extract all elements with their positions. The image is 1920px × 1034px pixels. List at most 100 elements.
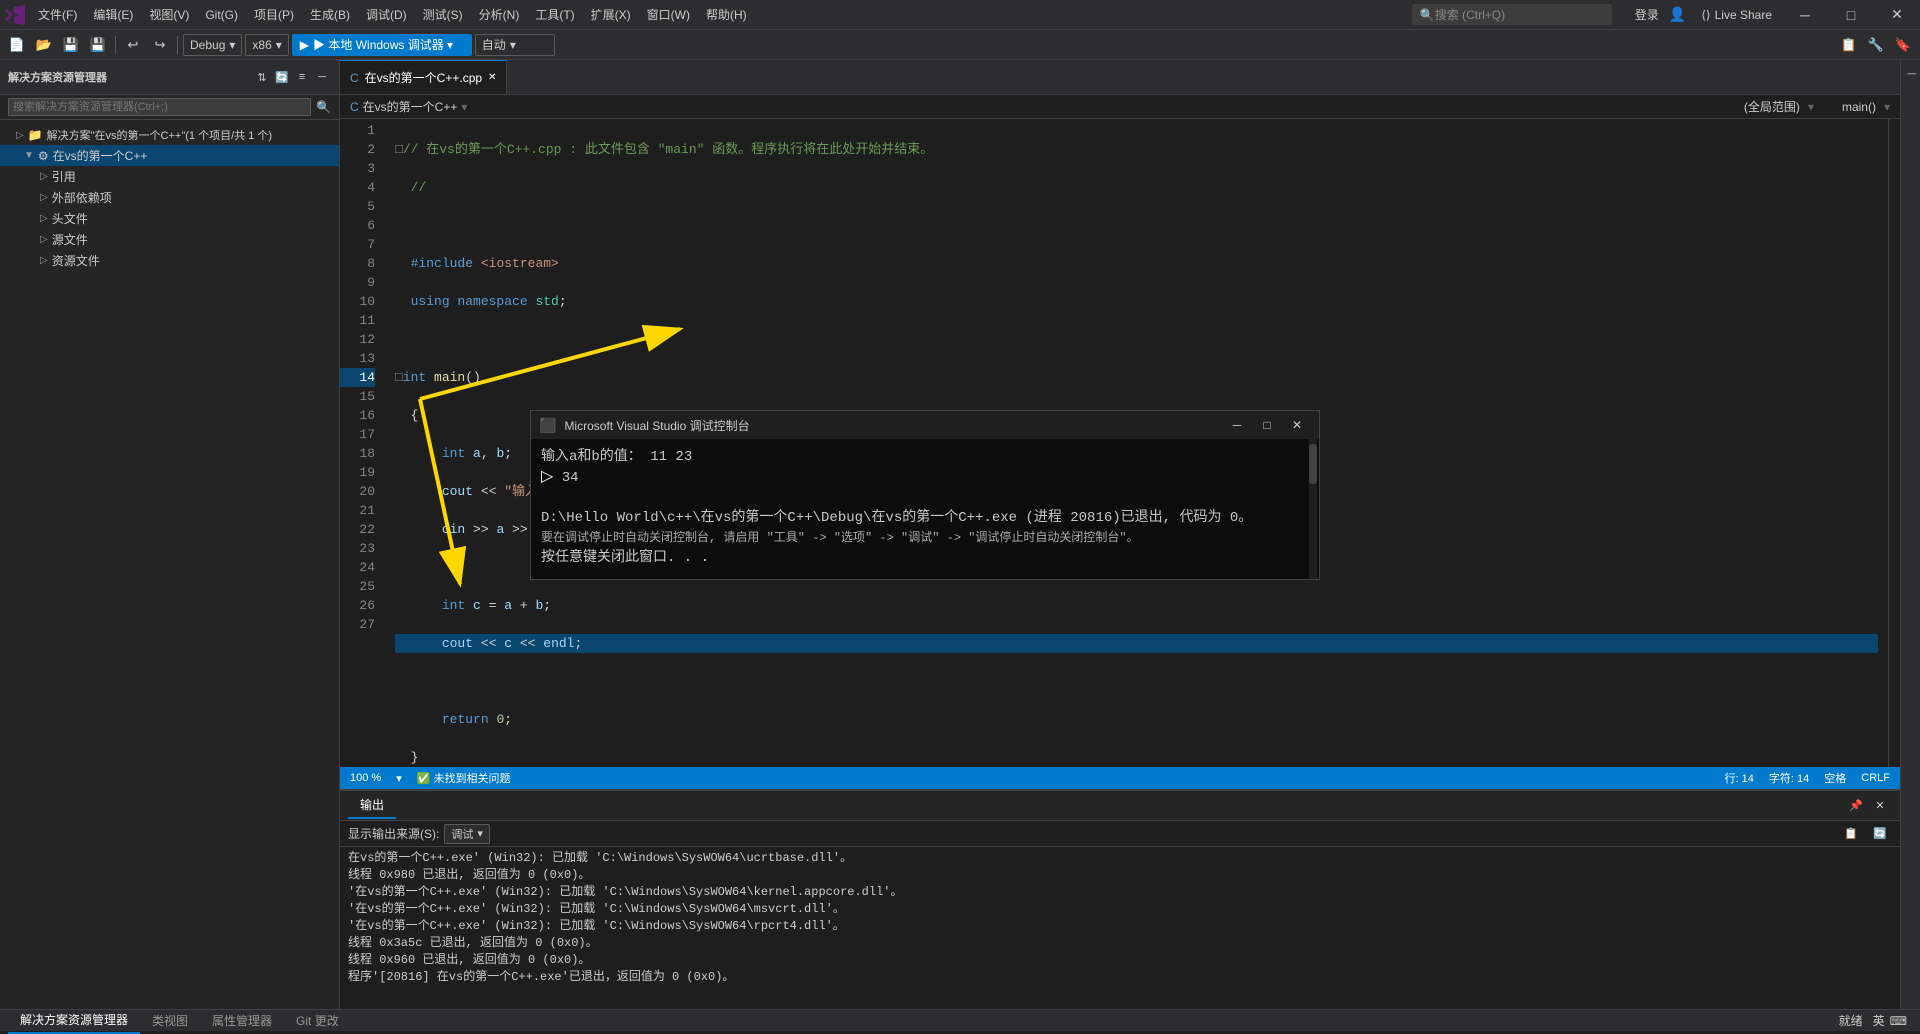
console-minimize-btn[interactable]: ─ <box>1223 414 1251 436</box>
external-deps-node[interactable]: ▷ 外部依赖项 <box>0 187 339 208</box>
project-node[interactable]: ▼ ⚙ 在vs的第一个C++ <box>0 145 339 166</box>
platform-dropdown[interactable]: x86 ▾ <box>245 34 288 56</box>
se-search-input[interactable] <box>8 98 311 116</box>
minimize-button[interactable]: ─ <box>1782 0 1828 29</box>
breadcrumb-scope-arrow: ▾ <box>1808 100 1814 114</box>
output-source-dropdown[interactable]: 调试 ▾ <box>444 824 490 844</box>
tab-cpp-close[interactable]: ✕ <box>488 72 496 83</box>
editor-scrollbar[interactable] <box>1888 119 1900 767</box>
se-btn-3[interactable]: ≡ <box>293 68 311 86</box>
extra-btn-3[interactable]: 🔖 <box>1891 34 1915 56</box>
btab-se[interactable]: 解决方案资源管理器 <box>8 1007 140 1034</box>
references-node[interactable]: ▷ 引用 <box>0 166 339 187</box>
btab-git[interactable]: Git 更改 <box>284 1008 351 1033</box>
res-label: 资源文件 <box>52 252 100 269</box>
menu-bar: 文件(F) 编辑(E) 视图(V) Git(G) 项目(P) 生成(B) 调试(… <box>30 0 1402 29</box>
liveshare-label: Live Share <box>1715 8 1772 22</box>
breadcrumb-file[interactable]: 在vs的第一个C++ <box>363 98 458 115</box>
se-btn-1[interactable]: ⇅ <box>253 68 271 86</box>
char-info[interactable]: 字符: 14 <box>1769 770 1809 786</box>
new-project-btn[interactable]: 📄 <box>5 34 29 56</box>
output-copy-btn[interactable]: 📋 <box>1839 823 1863 845</box>
console-auto-close: 要在调试停止时自动关闭控制台, 请启用 "工具" -> "选项" -> "调试"… <box>541 528 1309 548</box>
output-line-0: 在vs的第一个C++.exe' (Win32): 已加载 'C:\Windows… <box>348 850 1892 867</box>
config-value: Debug <box>190 38 225 52</box>
resources-node[interactable]: ▷ 资源文件 <box>0 250 339 271</box>
menu-build[interactable]: 生成(B) <box>302 0 358 29</box>
undo-btn[interactable]: ↩ <box>121 34 145 56</box>
output-line-1: 线程 0x980 已退出, 返回值为 0 (0x0)。 <box>348 867 1892 884</box>
config-arrow: ▾ <box>229 38 235 52</box>
menu-extensions[interactable]: 扩展(X) <box>583 0 639 29</box>
output-line-3: '在vs的第一个C++.exe' (Win32): 已加载 'C:\Window… <box>348 901 1892 918</box>
menu-test[interactable]: 测试(S) <box>415 0 471 29</box>
menu-git[interactable]: Git(G) <box>197 0 246 29</box>
menu-window[interactable]: 窗口(W) <box>639 0 698 29</box>
bs-content: 在vs的第一个C++.exe' (Win32): 已加载 'C:\Windows… <box>340 847 1900 1009</box>
extra-btn-2[interactable]: 🔧 <box>1864 34 1888 56</box>
extra-btn-1[interactable]: 📋 <box>1837 34 1861 56</box>
breadcrumb-scope[interactable]: (全局范围) <box>1744 98 1800 115</box>
platform-value: x86 <box>252 38 271 52</box>
menu-help[interactable]: 帮助(H) <box>698 0 755 29</box>
menu-analyze[interactable]: 分析(N) <box>471 0 528 29</box>
console-icon: ⬛ <box>539 417 556 434</box>
redo-btn[interactable]: ↪ <box>148 34 172 56</box>
console-press-key: 按任意键关闭此窗口. . . <box>541 548 1309 568</box>
console-close-btn[interactable]: ✕ <box>1283 414 1311 436</box>
menu-view[interactable]: 视图(V) <box>141 0 197 29</box>
console-empty <box>541 488 1309 508</box>
line-info[interactable]: 行: 14 <box>1725 770 1754 786</box>
run-button[interactable]: ▶ ▶ 本地 Windows 调试器 ▾ <box>292 34 472 56</box>
save-btn[interactable]: 💾 <box>59 34 83 56</box>
output-refresh-btn[interactable]: 🔄 <box>1868 823 1892 845</box>
toolbar: 📄 📂 💾 💾 ↩ ↪ Debug ▾ x86 ▾ ▶ ▶ 本地 Windows… <box>0 30 1920 60</box>
menu-debug[interactable]: 调试(D) <box>358 0 415 29</box>
console-restore-btn[interactable]: □ <box>1253 414 1281 436</box>
output-source-arrow: ▾ <box>477 827 483 840</box>
console-title: Microsoft Visual Studio 调试控制台 <box>564 417 749 434</box>
console-scrollbar[interactable] <box>1309 439 1317 579</box>
space-info[interactable]: 空格 <box>1824 770 1846 786</box>
config-dropdown[interactable]: Debug ▾ <box>183 34 242 56</box>
ref-label: 引用 <box>52 168 76 185</box>
se-search-icon[interactable]: 🔍 <box>316 100 331 114</box>
check-status[interactable]: ✅ 未找到相关问题 <box>417 770 511 786</box>
project-arrow: ▼ <box>24 150 34 161</box>
signin-button[interactable]: 登录 <box>1627 3 1667 26</box>
menu-tools[interactable]: 工具(T) <box>527 0 582 29</box>
open-btn[interactable]: 📂 <box>32 34 56 56</box>
breadcrumb-func[interactable]: main() <box>1842 100 1876 114</box>
editor-statusbar: 100 % ▾ ✅ 未找到相关问题 行: 14 字符: 14 空格 CRLF <box>340 767 1900 789</box>
bs-close-btn[interactable]: ✕ <box>1868 795 1892 817</box>
auto-dropdown[interactable]: 自动 ▾ <box>475 34 555 56</box>
solution-node[interactable]: ▷ 📁 解决方案"在vs的第一个C++"(1 个项目/共 1 个) <box>0 125 339 145</box>
zoom-dropdown[interactable]: ▾ <box>396 772 402 785</box>
crlf-info[interactable]: CRLF <box>1861 772 1890 784</box>
source-node[interactable]: ▷ 源文件 <box>0 229 339 250</box>
se-tree: ▷ 📁 解决方案"在vs的第一个C++"(1 个项目/共 1 个) ▼ ⚙ 在v… <box>0 120 339 1009</box>
output-source-value: 调试 <box>451 826 473 842</box>
tab-cpp[interactable]: C 在vs的第一个C++.cpp ✕ <box>340 60 507 94</box>
btab-cv[interactable]: 类视图 <box>140 1008 200 1033</box>
bottom-tab-bar: 解决方案资源管理器 类视图 属性管理器 Git 更改 就绪 英 ⌨ <box>0 1009 1920 1031</box>
btab-pm[interactable]: 属性管理器 <box>200 1008 284 1033</box>
live-share-button[interactable]: ⟨⟩ Live Share <box>1691 5 1782 25</box>
se-btn-2[interactable]: 🔄 <box>273 68 291 86</box>
menu-project[interactable]: 项目(P) <box>246 0 302 29</box>
rs-btn-1[interactable]: | <box>1902 65 1920 83</box>
output-line-5: 线程 0x3a5c 已退出, 返回值为 0 (0x0)。 <box>348 935 1892 952</box>
headers-node[interactable]: ▷ 头文件 <box>0 208 339 229</box>
res-arrow: ▷ <box>40 255 48 266</box>
console-scroll-thumb[interactable] <box>1309 444 1317 484</box>
menu-file[interactable]: 文件(F) <box>30 0 85 29</box>
se-btn-minus[interactable]: ─ <box>313 68 331 86</box>
close-button[interactable]: ✕ <box>1874 0 1920 29</box>
maximize-button[interactable]: □ <box>1828 0 1874 29</box>
menu-edit[interactable]: 编辑(E) <box>85 0 141 29</box>
save-all-btn[interactable]: 💾 <box>86 34 110 56</box>
output-tab[interactable]: 输出 <box>348 792 396 819</box>
zoom-level[interactable]: 100 % <box>350 772 381 784</box>
bs-pin-btn[interactable]: 📌 <box>1844 795 1868 817</box>
title-search-box[interactable]: 🔍 搜索 (Ctrl+Q) <box>1412 4 1612 25</box>
